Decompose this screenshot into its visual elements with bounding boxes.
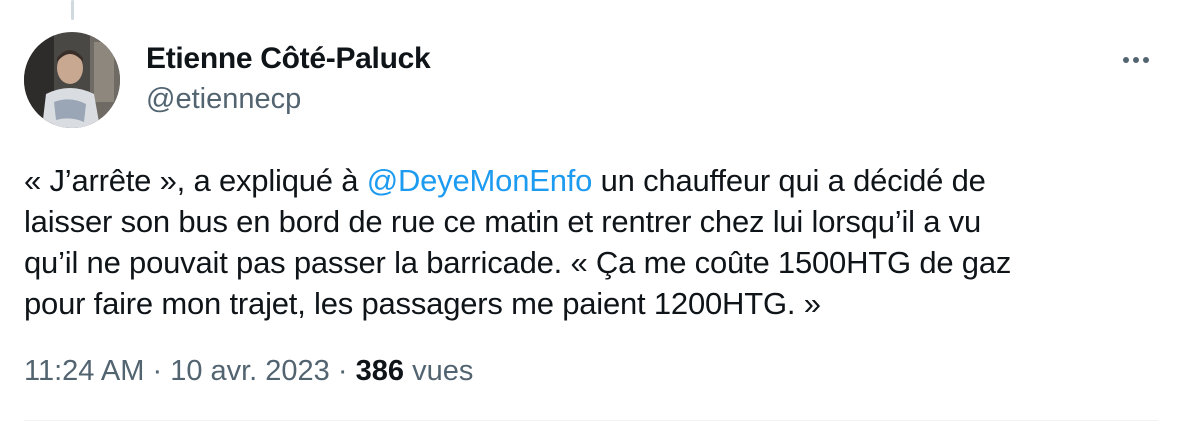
thread-connector-line [71, 0, 74, 20]
mention-link[interactable]: @DeyeMonEnfo [367, 163, 593, 198]
tweet-time[interactable]: 11:24 AM [24, 355, 144, 387]
view-label: vues [412, 355, 474, 387]
text-segment: un chauffeur qui a décidé de [592, 163, 986, 198]
more-horizontal-icon [1123, 57, 1129, 63]
divider [24, 420, 1158, 421]
more-horizontal-icon [1133, 57, 1139, 63]
meta-separator: · [337, 355, 348, 387]
view-count[interactable]: 386 [356, 355, 404, 387]
tweet-date[interactable]: 10 avr. 2023 [170, 355, 330, 387]
more-horizontal-icon [1143, 57, 1149, 63]
meta-separator: · [152, 355, 163, 387]
tweet-metadata: 11:24 AM · 10 avr. 2023 · 386 vues [24, 355, 473, 388]
tweet-text-line: qu’il ne pouvait pas passer la barricade… [24, 245, 1012, 280]
tweet-text-line: laisser son bus en bord de rue ce matin … [24, 204, 982, 239]
author-name[interactable]: Etienne Côté-Paluck [146, 42, 431, 76]
tweet-card: Etienne Côté-Paluck @etiennecp « J’arrêt… [0, 0, 1194, 444]
avatar-photo [24, 32, 120, 128]
author-handle[interactable]: @etiennecp [146, 83, 301, 116]
avatar[interactable] [24, 32, 120, 128]
tweet-text-line: « J’arrête », a expliqué à @DeyeMonEnfo … [24, 160, 1154, 201]
tweet-text: « J’arrête », a expliqué à @DeyeMonEnfo … [24, 160, 1154, 324]
more-options-button[interactable] [1116, 42, 1156, 78]
text-segment: « J’arrête », a expliqué à [24, 163, 367, 198]
tweet-text-line: pour faire mon trajet, les passagers me … [24, 286, 821, 321]
